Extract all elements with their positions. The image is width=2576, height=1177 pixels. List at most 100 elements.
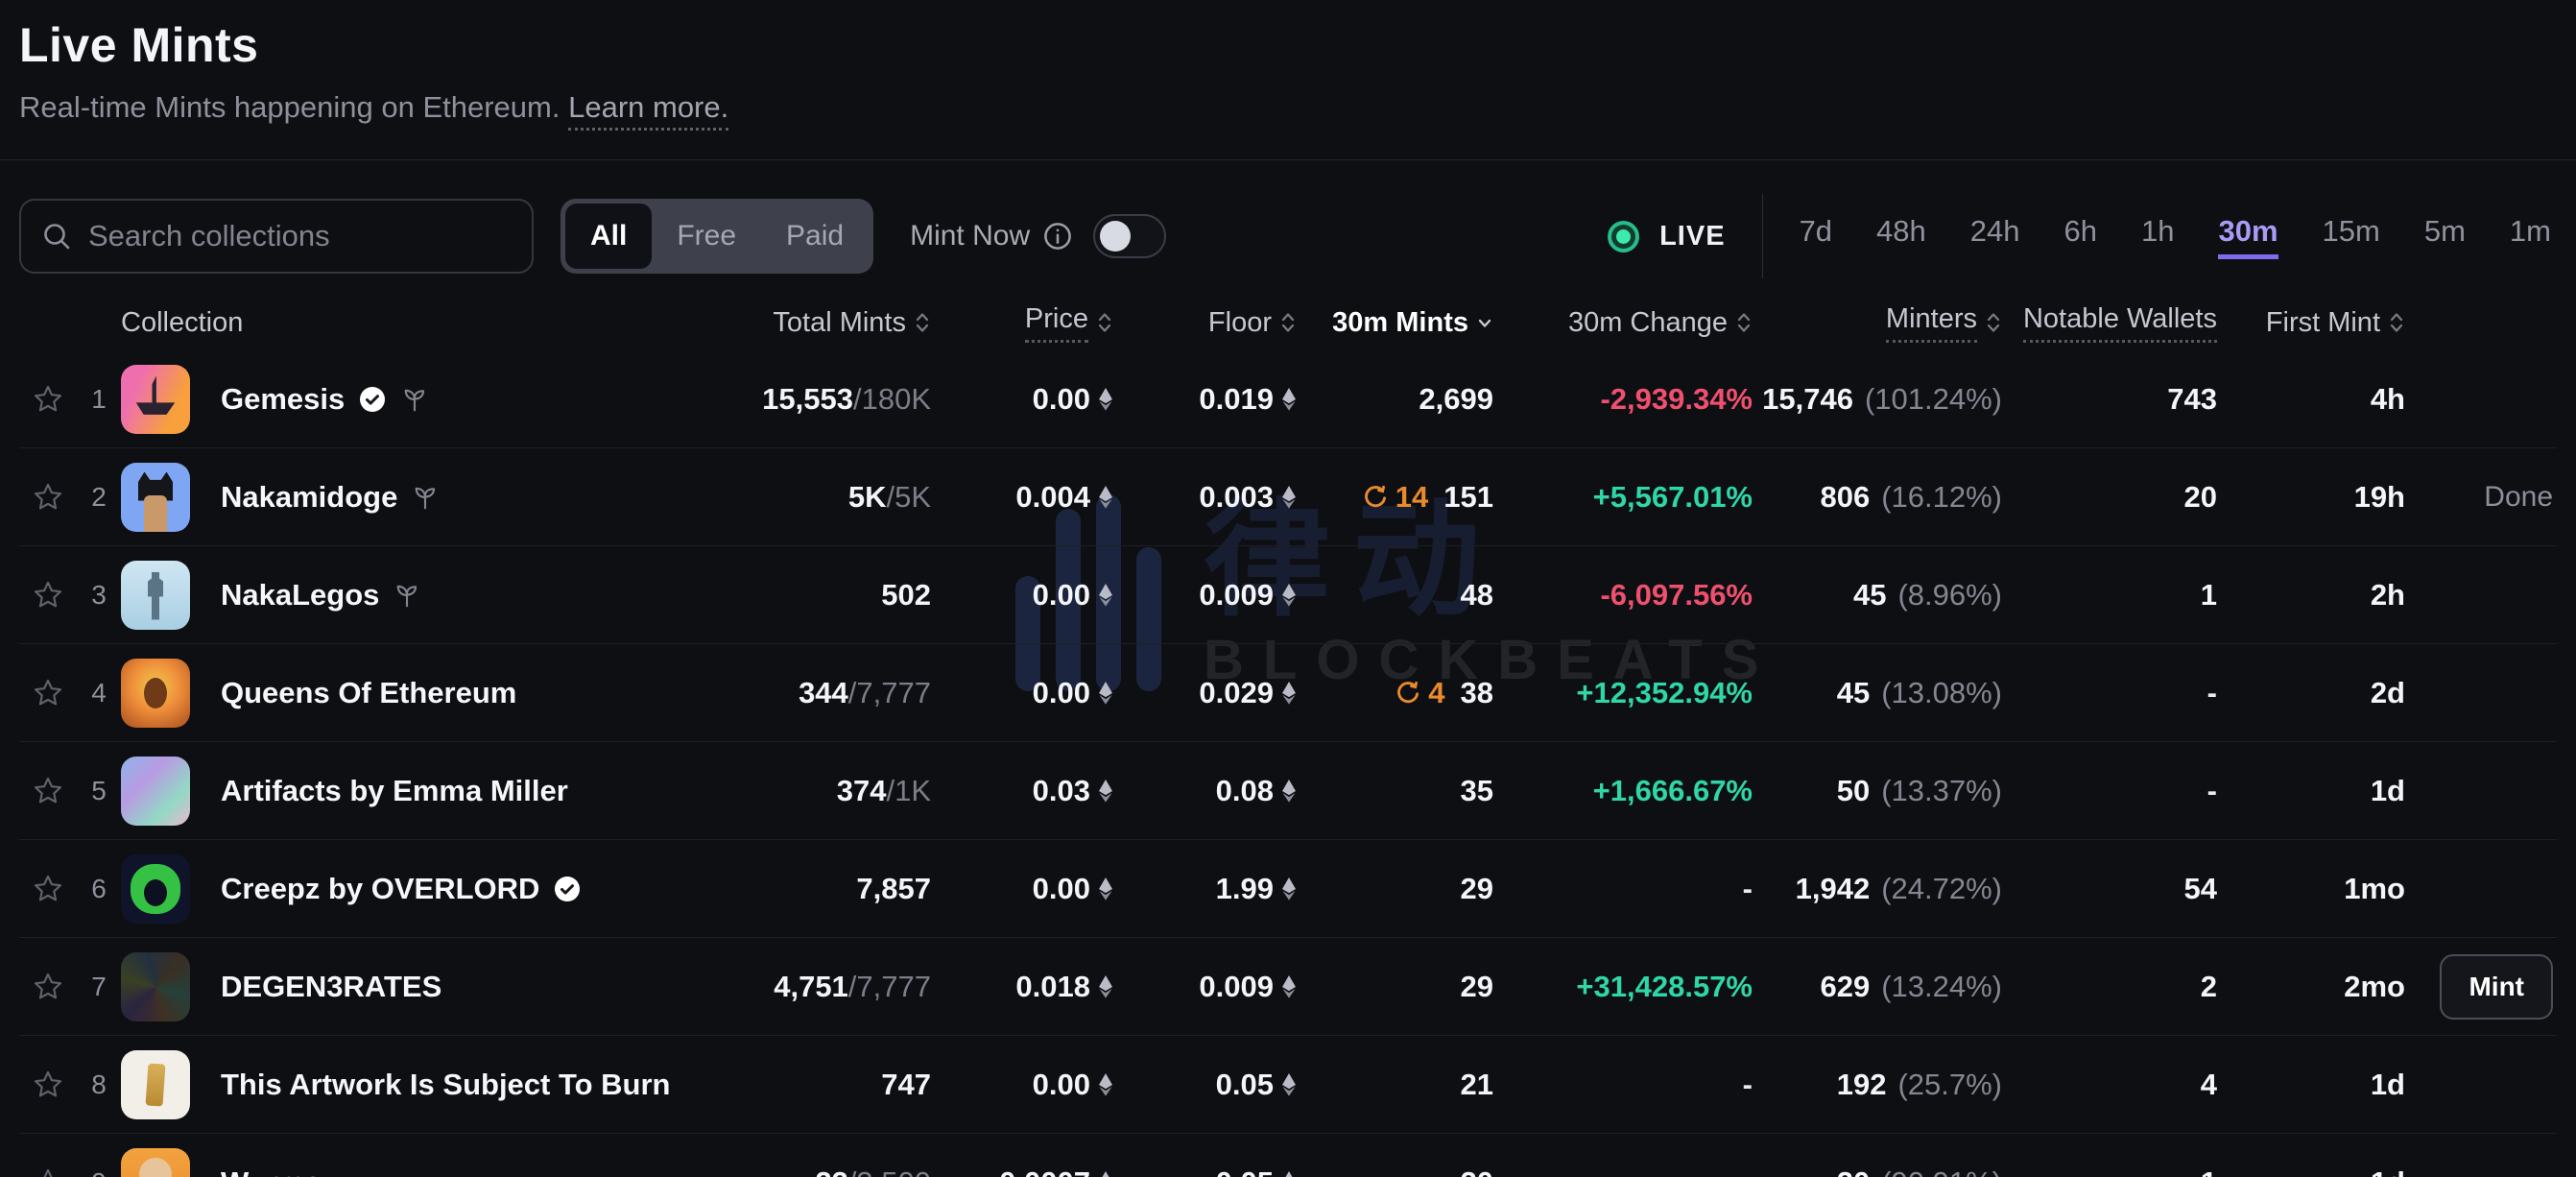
collection-name[interactable]: NakaLegos — [221, 578, 379, 613]
floor-price: 0.009 — [1199, 970, 1274, 1004]
filter-tab-all[interactable]: All — [565, 204, 652, 269]
mint-status: Done — [2484, 481, 2553, 514]
column-header-first-mint[interactable]: First Mint — [2217, 307, 2405, 339]
rank-number: 9 — [77, 1167, 121, 1177]
collection-name[interactable]: DEGEN3RATES — [221, 970, 441, 1004]
table-row[interactable]: 3 NakaLegos 502 0.00 0.009 48 -6,097.56% — [19, 546, 2557, 644]
table-row[interactable]: 7 DEGEN3RATES 4,751/7,777 0.018 0.009 29… — [19, 938, 2557, 1036]
first-mint-age: 1mo — [2217, 872, 2405, 906]
watchlist-star-icon[interactable] — [31, 578, 65, 613]
collection-name[interactable]: Nakamidoge — [221, 480, 397, 515]
notable-wallets-count[interactable]: - — [2002, 676, 2217, 710]
search-collections-box[interactable] — [19, 199, 534, 274]
notable-wallets-count[interactable]: 2 — [2002, 970, 2217, 1004]
time-filter-6h[interactable]: 6h — [2064, 214, 2097, 259]
time-filter-30m[interactable]: 30m — [2218, 214, 2278, 259]
notable-wallets-count[interactable]: - — [2002, 774, 2217, 808]
total-minted: 22 — [815, 1165, 847, 1177]
collection-avatar[interactable] — [121, 659, 190, 728]
filter-tab-free[interactable]: Free — [652, 204, 761, 269]
watchlist-star-icon[interactable] — [31, 382, 65, 417]
notable-wallets-count[interactable]: 1 — [2002, 1165, 2217, 1177]
column-header-floor[interactable]: Floor — [1113, 307, 1297, 339]
notable-wallets-count[interactable]: 20 — [2002, 480, 2217, 515]
notable-wallets-count[interactable]: 54 — [2002, 872, 2217, 906]
collection-name[interactable]: Creepz by OVERLORD — [221, 872, 539, 906]
first-mint-age: 2d — [2217, 676, 2405, 710]
collection-avatar[interactable] — [121, 463, 190, 532]
watchlist-star-icon[interactable] — [31, 480, 65, 515]
time-filter-1m[interactable]: 1m — [2510, 214, 2551, 259]
live-indicator[interactable]: LIVE — [1607, 221, 1725, 252]
table-row[interactable]: 8 This Artwork Is Subject To Burn 747 0.… — [19, 1036, 2557, 1134]
time-filter-15m[interactable]: 15m — [2323, 214, 2380, 259]
collection-avatar[interactable] — [121, 1050, 190, 1119]
change-30m: +31,428.57% — [1493, 970, 1753, 1004]
notable-wallets-count[interactable]: 743 — [2002, 382, 2217, 417]
eth-icon — [1098, 486, 1113, 509]
header-divider — [0, 159, 2576, 160]
page-header: Live Mints Real-time Mints happening on … — [19, 17, 2557, 125]
column-header-price[interactable]: Price — [931, 303, 1113, 343]
table-row[interactable]: 9 Wurms 22/3,500 0.0007 0.05 20 - 20(90.… — [19, 1134, 2557, 1177]
mint-now-toggle[interactable] — [1093, 214, 1166, 258]
eth-icon — [1098, 682, 1113, 705]
collection-avatar[interactable] — [121, 757, 190, 826]
mint-now-control: Mint Now — [910, 214, 1166, 258]
watchlist-star-icon[interactable] — [31, 872, 65, 906]
time-filter-7d[interactable]: 7d — [1800, 214, 1832, 259]
mints-30m: 29 — [1461, 970, 1493, 1004]
collection-avatar[interactable] — [121, 1148, 190, 1177]
column-header-30m-change[interactable]: 30m Change — [1493, 307, 1753, 339]
minters-count: 806 — [1820, 480, 1870, 515]
table-row[interactable]: 5 Artifacts by Emma Miller 374/1K 0.03 0… — [19, 742, 2557, 840]
collection-avatar[interactable] — [121, 854, 190, 924]
watchlist-star-icon[interactable] — [31, 1068, 65, 1102]
mint-price: 0.004 — [1015, 480, 1090, 515]
collection-name[interactable]: Wurms — [221, 1165, 322, 1177]
filter-tab-paid[interactable]: Paid — [761, 204, 869, 269]
table-row[interactable]: 1 Gemesis 15,553/180K 0.00 0.019 2,699 -… — [19, 350, 2557, 448]
table-row[interactable]: 2 Nakamidoge 5K/5K 0.004 0.003 14 151 +5… — [19, 448, 2557, 546]
collection-avatar[interactable] — [121, 952, 190, 1021]
change-30m: +1,666.67% — [1493, 774, 1753, 808]
table-row[interactable]: 4 Queens Of Ethereum 344/7,777 0.00 0.02… — [19, 644, 2557, 742]
search-input[interactable] — [88, 219, 513, 253]
first-mint-age: 2h — [2217, 578, 2405, 613]
notable-wallets-count[interactable]: 1 — [2002, 578, 2217, 613]
mints-table: CollectionTotal MintsPriceFloor30m Mints… — [19, 295, 2557, 1177]
first-mint-age: 4h — [2217, 382, 2405, 417]
collection-name[interactable]: Queens Of Ethereum — [221, 676, 516, 710]
collection-name[interactable]: This Artwork Is Subject To Burn — [221, 1068, 670, 1102]
watchlist-star-icon[interactable] — [31, 774, 65, 808]
collection-avatar[interactable] — [121, 561, 190, 630]
column-header-30m-mints[interactable]: 30m Mints — [1297, 307, 1493, 339]
table-row[interactable]: 6 Creepz by OVERLORD 7,857 0.00 1.99 29 … — [19, 840, 2557, 938]
eth-icon — [1281, 584, 1297, 607]
eth-icon — [1281, 877, 1297, 901]
time-filter-24h[interactable]: 24h — [1970, 214, 2020, 259]
mint-price: 0.00 — [1033, 1068, 1090, 1102]
notable-wallets-count[interactable]: 4 — [2002, 1068, 2217, 1102]
info-icon[interactable] — [1043, 222, 1072, 251]
learn-more-link[interactable]: Learn more. — [568, 90, 728, 131]
column-header-minters[interactable]: Minters — [1753, 303, 2002, 343]
watchlist-star-icon[interactable] — [31, 676, 65, 710]
watchlist-star-icon[interactable] — [31, 1165, 65, 1177]
rank-number: 2 — [77, 482, 121, 513]
change-30m: +12,352.94% — [1493, 676, 1753, 710]
time-filter-48h[interactable]: 48h — [1876, 214, 1926, 259]
mint-button[interactable]: Mint — [2440, 954, 2553, 1020]
column-header-total-mints[interactable]: Total Mints — [701, 307, 931, 339]
mint-price: 0.00 — [1033, 578, 1090, 613]
watchlist-star-icon[interactable] — [31, 970, 65, 1004]
collection-name[interactable]: Artifacts by Emma Miller — [221, 774, 568, 808]
collection-name[interactable]: Gemesis — [221, 382, 345, 417]
time-filter-5m[interactable]: 5m — [2424, 214, 2466, 259]
mints-30m: 35 — [1461, 774, 1493, 808]
collection-avatar[interactable] — [121, 365, 190, 434]
mints-30m: 29 — [1461, 872, 1493, 906]
first-mint-age: 19h — [2217, 480, 2405, 515]
time-filter-1h[interactable]: 1h — [2141, 214, 2174, 259]
minters-count: 45 — [1853, 578, 1886, 613]
